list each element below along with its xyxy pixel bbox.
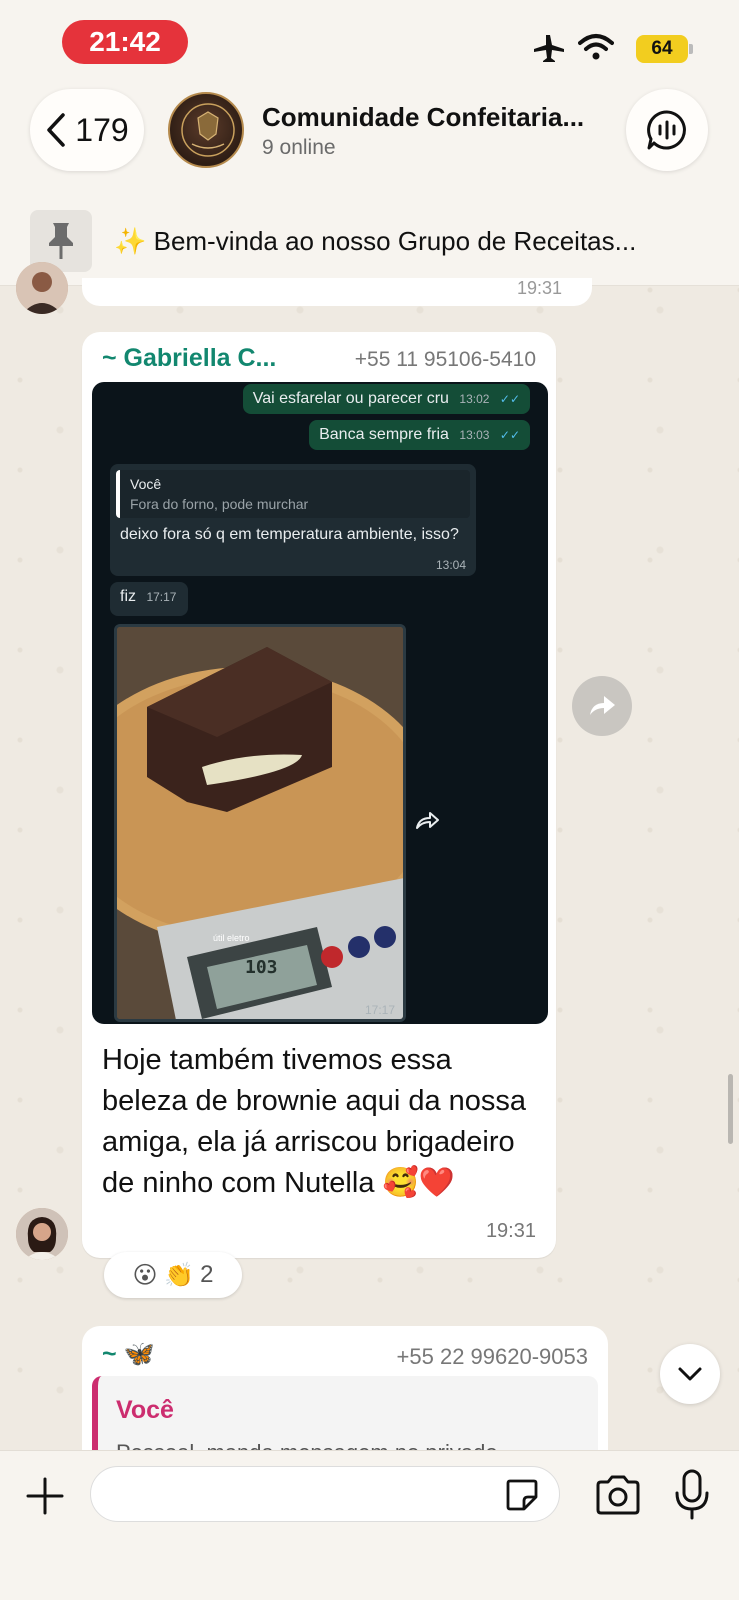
camera-icon <box>596 1475 640 1515</box>
back-button[interactable]: 179 <box>30 89 144 171</box>
sender-avatar[interactable] <box>16 1208 68 1260</box>
forward-icon <box>590 696 615 715</box>
scrollbar[interactable] <box>728 1074 733 1144</box>
microphone-icon <box>675 1469 709 1520</box>
screenshot-outgoing-message: Banca sempre fria 13:03 ✓✓ <box>309 420 530 450</box>
screenshot-incoming-reply: Você Fora do forno, pode murchar deixo f… <box>110 464 476 576</box>
screenshot-outgoing-text: Vai esfarelar ou parecer cru <box>252 390 449 407</box>
screenshot-incoming-message: fiz 17:17 <box>110 582 188 616</box>
forward-button[interactable] <box>572 676 632 736</box>
screenshot-reply-text: deixo fora só q em temperatura ambiente,… <box>120 526 459 543</box>
scale-brand: útil eletro <box>213 933 250 943</box>
quote-name: Você <box>130 476 162 492</box>
previous-message-time: 19:31 <box>516 278 562 298</box>
voice-chat-button[interactable] <box>626 89 708 171</box>
microphone-button[interactable] <box>672 1469 712 1521</box>
brownie-photo: 103 útil eletro 17:17 <box>114 624 406 1022</box>
crest-logo-icon <box>181 103 235 157</box>
quoted-reply-name: Você <box>116 1396 174 1424</box>
sender-name[interactable]: ~ Gabriella C... <box>102 344 276 373</box>
voice-chat-icon <box>647 110 686 150</box>
sticker-icon <box>506 1479 538 1511</box>
status-time: 21:42 <box>62 20 188 64</box>
status-bar: 21:42 64 <box>0 0 739 86</box>
reaction-count: 2 <box>200 1261 214 1288</box>
sticker-button[interactable] <box>502 1475 542 1515</box>
battery-icon: 64 <box>636 35 688 63</box>
person-avatar-icon <box>16 1208 68 1260</box>
avatar[interactable] <box>16 262 68 314</box>
scale-display-value: 103 <box>245 957 278 978</box>
chevron-left-icon <box>47 113 66 147</box>
scroll-to-bottom-button[interactable] <box>660 1344 720 1404</box>
reaction-emojis: 😮 👏 <box>132 1261 195 1289</box>
screenshot-reply-time: 13:04 <box>435 558 466 572</box>
screenshot-fiz-time: 17:17 <box>146 590 177 604</box>
message-input[interactable] <box>90 1466 560 1522</box>
next-sender-name[interactable]: ~ 🦋 <box>102 1340 155 1369</box>
next-sender-phone: +55 22 99620-9053 <box>396 1344 588 1369</box>
pin-icon <box>49 223 73 259</box>
airplane-icon <box>534 35 564 62</box>
screenshot-outgoing-text: Banca sempre fria <box>319 426 449 443</box>
attached-screenshot[interactable]: Vai esfarelar ou parecer cru 13:02 ✓✓ Ba… <box>92 382 548 1024</box>
screenshot-photo-time: 17:17 <box>364 1003 395 1017</box>
pinned-message-bar[interactable]: ✨ Bem-vinda ao nosso Grupo de Receitas..… <box>0 198 739 286</box>
read-receipt-icon: ✓✓ <box>499 392 520 406</box>
previous-message-bubble[interactable]: 19:31 <box>82 278 592 306</box>
message-time: 19:31 <box>485 1220 536 1242</box>
plus-icon <box>26 1477 64 1515</box>
unread-count: 179 <box>75 111 129 148</box>
chat-header: 179 Comunidade Confeitaria... 9 online <box>0 86 739 198</box>
chevron-down-icon <box>678 1367 702 1381</box>
read-receipt-icon: ✓✓ <box>499 428 520 442</box>
screenshot-outgoing-message: Vai esfarelar ou parecer cru 13:02 ✓✓ <box>242 384 530 414</box>
message-bubble[interactable]: ~ Gabriella C... +55 11 95106-5410 Vai e… <box>82 332 556 1258</box>
attach-button[interactable] <box>20 1471 70 1521</box>
wifi-icon <box>578 34 614 60</box>
screenshot-quote: Você Fora do forno, pode murchar <box>116 470 470 518</box>
message-text: Hoje também tivemos essa beleza de brown… <box>102 1044 527 1199</box>
group-avatar[interactable] <box>168 92 244 168</box>
screenshot-outgoing-time: 13:03 <box>459 428 490 442</box>
composer-bar <box>0 1450 739 1600</box>
battery-nub <box>689 44 693 54</box>
camera-button[interactable] <box>594 1473 642 1517</box>
reactions-pill[interactable]: 😮 👏 2 <box>104 1252 242 1298</box>
screenshot-forward-icon <box>416 812 439 829</box>
screenshot-outgoing-time: 13:02 <box>459 392 490 406</box>
screenshot-fiz-text: fiz <box>120 588 136 605</box>
online-count: 9 online <box>262 136 336 159</box>
pinned-text: ✨ Bem-vinda ao nosso Grupo de Receitas..… <box>114 226 637 256</box>
quote-text: Fora do forno, pode murchar <box>130 496 309 512</box>
group-name[interactable]: Comunidade Confeitaria... <box>262 102 584 133</box>
person-avatar-icon <box>16 262 68 314</box>
sender-phone: +55 11 95106-5410 <box>354 348 536 371</box>
